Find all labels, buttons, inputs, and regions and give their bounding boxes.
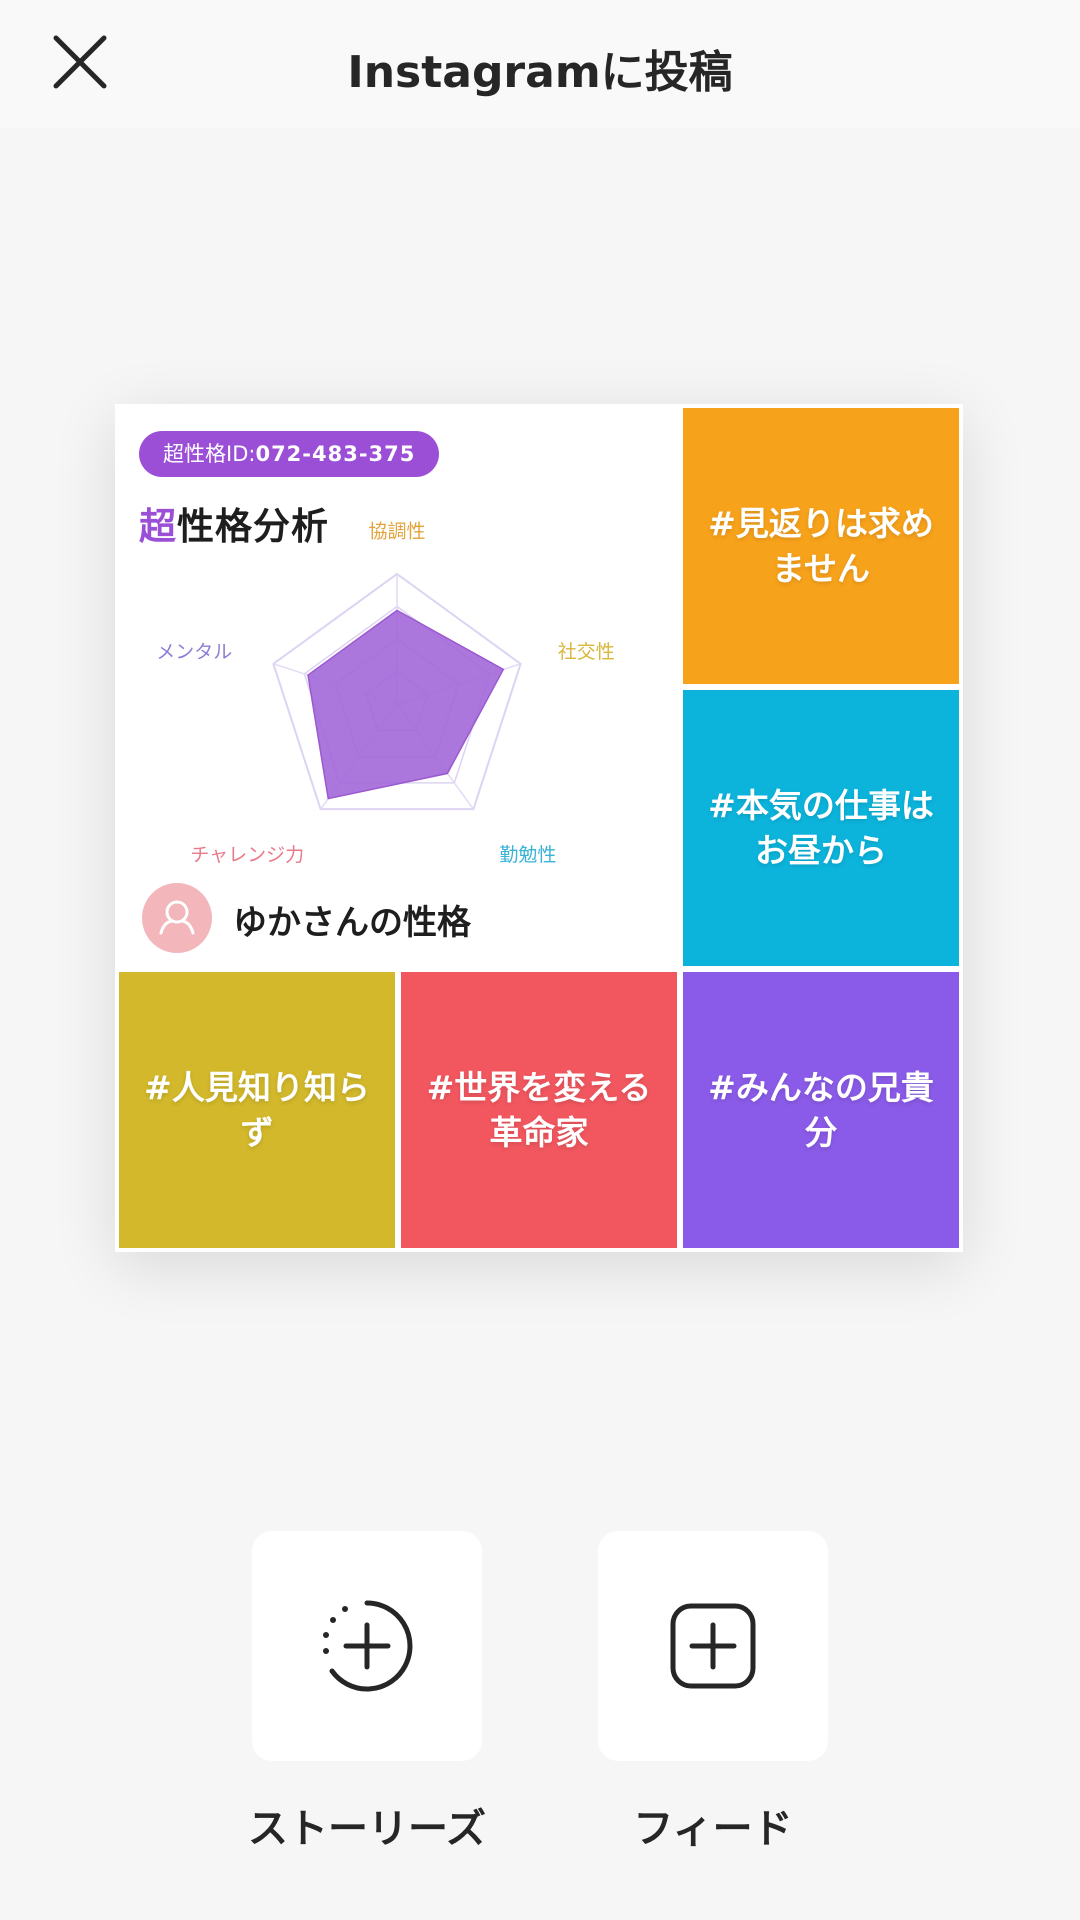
radar-axis-label: メンタル [156,641,232,663]
share-card-preview: 超性格ID:072-483-375 超性格分析 協調性 社交性 勤勉性 チャレンジ力メ… [115,404,963,1252]
trait-tile-2: #本気の仕事はお昼から [683,690,959,966]
share-to-feed-button[interactable] [598,1531,828,1761]
trait-tile-1: #見返りは求めません [683,408,959,684]
trait-tile-3: #人見知り知らず [119,972,395,1248]
avatar [142,883,212,953]
radar-axis-label: チャレンジ力 [190,844,304,866]
trait-tile-label: #人見知り知らず [144,1068,370,1152]
radar-axis-label: 協調性 [368,521,425,543]
feed-add-icon [670,1603,756,1689]
personality-radar-chart: 協調性社交性勤勉性 チャレンジ力 メンタル [156,521,615,866]
trait-tile-label: #見返りは求めません [708,504,934,588]
personality-result-panel: 超性格ID:072-483-375 超性格分析 協調性 社交性 勤勉性 チャレンジ力メ… [119,408,675,964]
share-to-feed-label: フィード [633,1806,793,1852]
share-to-stories-label: ストーリーズ [248,1806,486,1852]
trait-tile-5: #みんなの兄貴分 [683,972,959,1248]
header-bar: Instagramに投稿 [0,0,1080,128]
radar-axis-label: 勤勉性 [499,844,556,866]
share-to-stories-button[interactable] [252,1531,482,1761]
page-title: Instagramに投稿 [347,47,733,98]
user-personality-title: ゆかさんの性格 [233,903,471,943]
story-add-icon [323,1600,413,1692]
user-avatar-icon [159,900,195,935]
trait-tile-label: #本気の仕事はお昼から [708,786,934,870]
radar-score-area [307,609,505,800]
radar-axis-label: 社交性 [558,641,615,663]
trait-tile-label: #みんなの兄貴分 [708,1068,934,1152]
trait-tile-label: #世界を変える革命家 [426,1068,652,1152]
trait-tile-4: #世界を変える革命家 [401,972,677,1248]
